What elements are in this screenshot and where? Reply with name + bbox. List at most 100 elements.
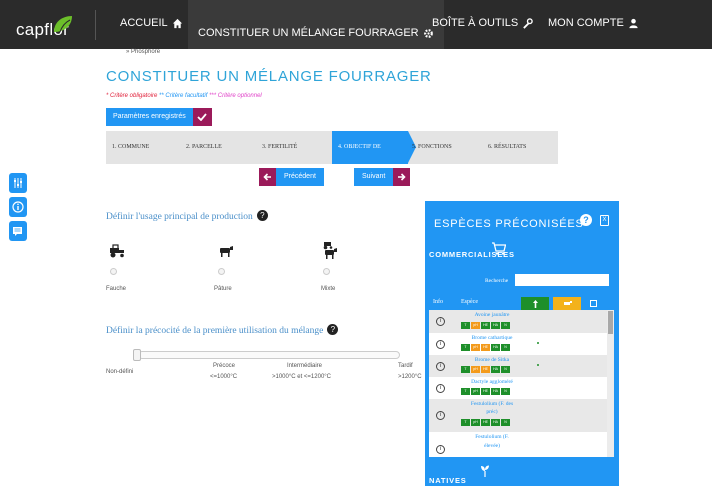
breadcrumb[interactable]: » Phosphore	[126, 49, 160, 55]
precocity-section-title: Définir la précocité de la première util…	[106, 324, 339, 336]
excel-export-icon[interactable]: X	[600, 215, 609, 226]
radio-mixte[interactable]	[323, 268, 330, 275]
user-icon	[629, 18, 638, 28]
col-info[interactable]: Info	[433, 299, 443, 305]
top-navbar: capflor ACCUEIL CONSTITUER UN MÉLANGE FO…	[0, 0, 712, 49]
species-name[interactable]: Brome cathartique	[453, 335, 531, 341]
grid-icon[interactable]	[590, 300, 597, 307]
help-icon[interactable]: ?	[580, 214, 592, 226]
table-row[interactable]: i Festulolium (F. élevée)	[429, 432, 607, 457]
criteria-badges: T pH HE HA N	[461, 366, 510, 373]
scrollbar-thumb[interactable]	[608, 311, 613, 334]
info-icon[interactable]: i	[436, 362, 445, 371]
badge-n: N	[501, 419, 510, 426]
info-icon[interactable]: i	[436, 384, 445, 393]
species-table: Info Espèce i Avoine jaunâtre T pH HE HA…	[429, 297, 614, 457]
step-commune[interactable]: 1. COMMUNE	[112, 131, 149, 164]
table-row[interactable]: i Brome de Sitka T pH HE HA N	[429, 355, 607, 377]
step-fertilite[interactable]: 3. FERTILITÉ	[262, 131, 297, 164]
table-row[interactable]: i Avoine jaunâtre T pH HE HA N	[429, 310, 607, 333]
species-name[interactable]: Festulolium (F. des	[453, 401, 531, 407]
badge-ph: pH	[471, 344, 480, 351]
info-icon[interactable]	[9, 197, 27, 217]
side-tabs	[9, 173, 27, 245]
badge-t: T	[461, 322, 470, 329]
leaf-logo-icon	[54, 16, 72, 33]
badge-t: T	[461, 388, 470, 395]
nav-item-boite-a-outils[interactable]: BOÎTE À OUTILS	[432, 17, 533, 29]
table-row[interactable]: i Dactyle aggloméré T pH HE HA N	[429, 377, 607, 399]
panel-title: ESPÈCES PRÉCONISÉES	[434, 218, 584, 230]
precocity-slider-track[interactable]	[138, 351, 400, 359]
legend-optional: ** Critère facultatif	[159, 93, 208, 99]
step-parcelle[interactable]: 2. PARCELLE	[186, 131, 222, 164]
legend-required: * Critère obligatoire	[106, 93, 158, 99]
species-search-input[interactable]	[515, 274, 609, 286]
info-icon[interactable]: i	[436, 411, 445, 420]
badge-n: N	[501, 388, 510, 395]
precocity-slider-handle[interactable]	[133, 349, 141, 361]
sprout-icon	[481, 465, 489, 477]
badge-ha: HA	[491, 344, 500, 351]
info-icon[interactable]: i	[436, 317, 445, 326]
criteria-badges: T pH HE HA N	[461, 344, 510, 351]
nav-label: MON COMPTE	[548, 17, 624, 29]
help-icon[interactable]: ?	[256, 210, 268, 221]
option-label-fauche: Fauche	[106, 286, 127, 292]
sliders-icon[interactable]	[9, 173, 27, 193]
table-header: Info Espèce	[429, 297, 614, 310]
cart-icon	[492, 242, 506, 255]
previous-label: Précédent	[276, 168, 324, 186]
nav-item-mon-compte[interactable]: MON COMPTE	[548, 17, 639, 29]
species-name[interactable]: Avoine jaunâtre	[453, 312, 531, 318]
nav-item-accueil[interactable]: ACCUEIL	[120, 17, 183, 29]
badge-t: T	[461, 419, 470, 426]
next-button[interactable]: Suivant	[354, 168, 411, 186]
tractor-icon	[110, 244, 124, 258]
slider-label-early: Précoce	[213, 363, 236, 369]
slider-label-none: Non-défini	[106, 369, 134, 375]
search-label: Recherche	[485, 278, 509, 284]
badge-ha: HA	[491, 322, 500, 329]
info-icon[interactable]: i	[436, 445, 445, 454]
col-species[interactable]: Espèce	[461, 299, 478, 305]
natives-heading: NATIVES	[429, 476, 467, 485]
option-label-pature: Pâture	[214, 286, 232, 292]
check-icon	[192, 108, 212, 126]
mixed-tractor-cow-icon	[323, 242, 337, 259]
slider-label-early-range: <=1000°C	[210, 374, 238, 380]
saved-params-label: Paramètres enregistrés	[106, 108, 193, 126]
info-icon[interactable]: i	[436, 340, 445, 349]
radio-pature[interactable]	[218, 268, 225, 275]
species-name[interactable]: Brome de Sitka	[453, 357, 531, 363]
recommended-species-panel: ESPÈCES PRÉCONISÉES ? X COMMERCIALISÉES …	[425, 201, 619, 486]
species-name[interactable]: Festulolium (F.	[453, 434, 531, 440]
step-objectif[interactable]: 4. OBJECTIF DE	[332, 131, 408, 164]
badge-he: HE	[481, 366, 490, 373]
gear-icon	[423, 28, 433, 38]
badge-he: HE	[481, 419, 490, 426]
usage-title-text: Définir l'usage principal de production	[106, 212, 253, 222]
notes-icon[interactable]	[9, 221, 27, 241]
badge-t: T	[461, 366, 470, 373]
badge-n: N	[501, 344, 510, 351]
arrow-up-icon	[533, 300, 538, 308]
species-name[interactable]: Dactyle aggloméré	[453, 379, 531, 385]
help-icon[interactable]: ?	[327, 324, 339, 335]
species-name-cont[interactable]: préc)	[453, 409, 531, 415]
step-resultats[interactable]: 6. RÉSULTATS	[488, 131, 526, 164]
nav-separator	[95, 10, 96, 40]
criteria-badges: T pH HE HA N	[461, 322, 510, 329]
badge-he: HE	[481, 388, 490, 395]
badge-ha: HA	[491, 366, 500, 373]
step-fonctions[interactable]: 5. FONCTIONS	[412, 131, 452, 164]
badge-ha: HA	[491, 388, 500, 395]
nav-item-constituer[interactable]: CONSTITUER UN MÉLANGE FOURRAGER	[188, 0, 444, 49]
saved-params-button[interactable]: Paramètres enregistrés	[106, 108, 212, 126]
table-row[interactable]: i Festulolium (F. des préc) T pH HE HA N	[429, 399, 607, 432]
radio-fauche[interactable]	[110, 268, 117, 275]
table-row[interactable]: i Brome cathartique T pH HE HA N	[429, 333, 607, 355]
slider-label-late: Tardif	[398, 363, 413, 369]
previous-button[interactable]: Précédent	[259, 168, 324, 186]
species-name-cont[interactable]: élevée)	[453, 443, 531, 449]
